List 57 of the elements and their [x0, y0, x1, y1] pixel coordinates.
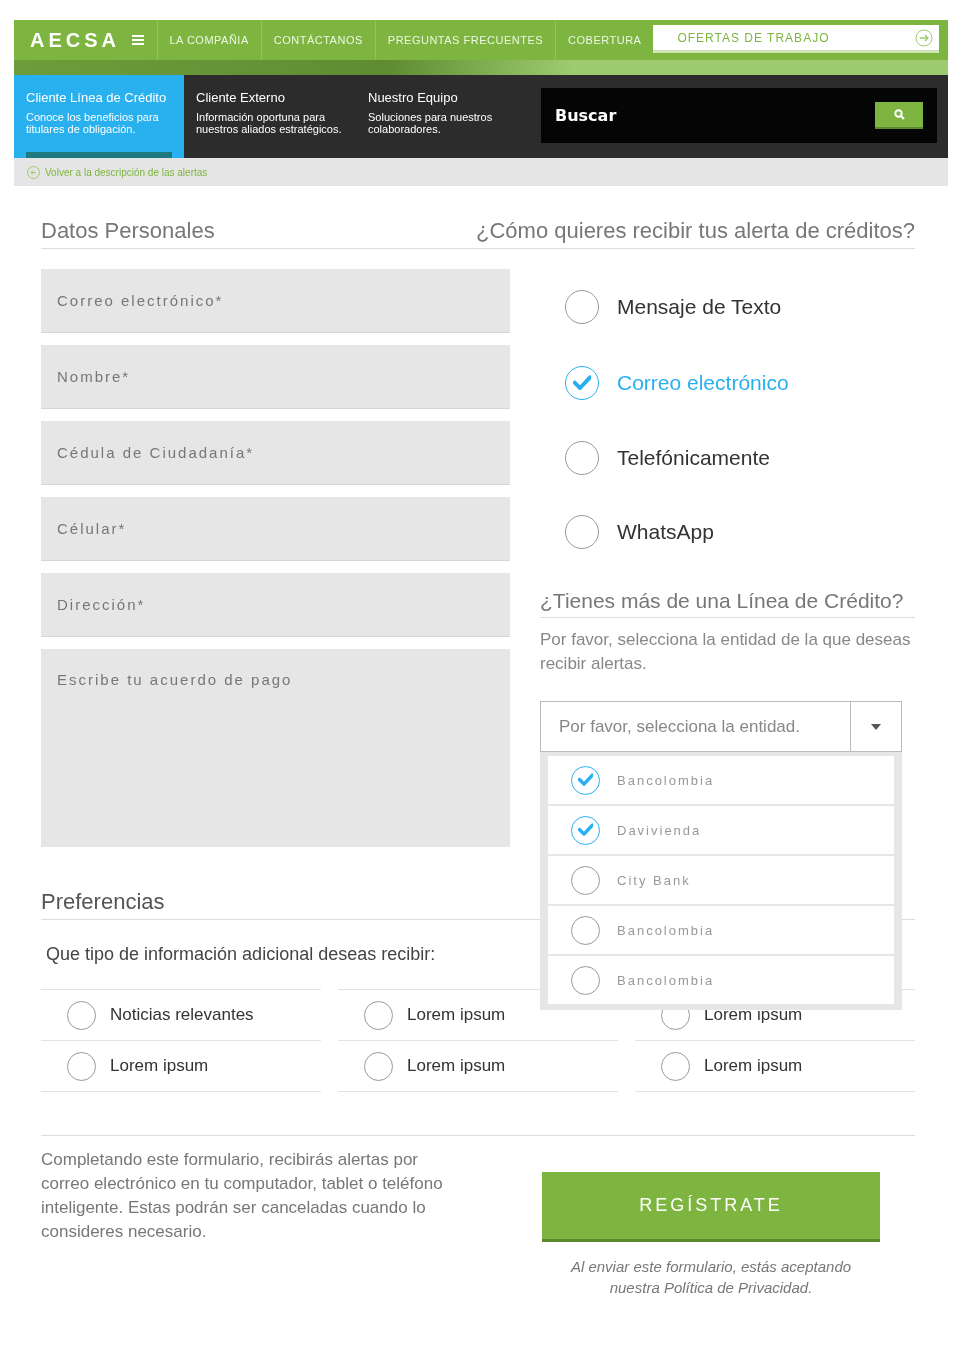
preference-option[interactable]: Lorem ipsum — [41, 1040, 321, 1092]
preferences-question: Que tipo de información adicional deseas recibir: — [46, 944, 437, 965]
search-button[interactable] — [875, 102, 923, 129]
radio-circle[interactable] — [661, 1051, 690, 1081]
radio-circle[interactable] — [67, 1051, 96, 1081]
preference-option[interactable]: Lorem ipsum — [338, 1040, 618, 1092]
radio-circle[interactable] — [565, 515, 599, 549]
delivery-option[interactable]: WhatsApp — [540, 495, 915, 569]
preference-option[interactable]: Lorem ipsum — [338, 989, 618, 1041]
search-icon — [893, 109, 905, 120]
segment-tab[interactable]: Nuestro Equipo Soluciones para nuestros colaboradores. — [356, 75, 532, 158]
radio-circle[interactable] — [571, 915, 600, 945]
section-title: Preferencias — [41, 889, 915, 920]
register-button[interactable]: REGÍSTRATE — [542, 1172, 880, 1242]
checked-circle[interactable] — [565, 366, 599, 400]
arrow-circle-icon — [915, 28, 933, 47]
entity-description: Por favor, selecciona la entidad de la que deseas recibir alertas. — [540, 629, 912, 675]
radio-circle[interactable] — [565, 441, 599, 475]
entity-option[interactable]: Bancolombia — [548, 906, 894, 954]
entity-option[interactable]: Davivienda — [548, 806, 894, 854]
privacy-note: Al enviar este formulario, estás aceptando nuestra Política de Privacidad. — [569, 1257, 853, 1298]
logo[interactable]: AECSA — [30, 20, 126, 60]
back-link[interactable]: Volver a la descripción de las alertas — [27, 165, 208, 179]
search-field[interactable]: Buscar — [553, 105, 875, 126]
jobs-button[interactable]: OFERTAS DE TRABAJO — [653, 25, 939, 53]
segment-tab[interactable]: Cliente Línea de Crédito Conoce los beneficios para titulares de obligación. — [14, 75, 184, 158]
radio-circle[interactable] — [364, 1051, 393, 1081]
preference-option[interactable]: Lorem ipsum — [635, 989, 915, 1041]
radio-circle[interactable] — [67, 1000, 96, 1030]
delivery-option[interactable]: Mensaje de Texto — [540, 269, 915, 345]
entity-option[interactable]: City Bank — [548, 856, 894, 904]
checked-circle[interactable] — [571, 765, 600, 795]
search-bar[interactable]: Buscar — [541, 88, 937, 143]
radio-circle[interactable] — [565, 290, 599, 324]
input-field[interactable]: Dirección* — [41, 573, 510, 637]
entity-option[interactable]: Bancolombia — [548, 756, 894, 804]
preference-option[interactable]: Lorem ipsum — [635, 1040, 915, 1092]
section-title: ¿Tienes más de una Línea de Crédito? — [540, 589, 915, 618]
radio-circle[interactable] — [571, 865, 600, 895]
delivery-option[interactable]: Correo electrónico — [540, 345, 915, 421]
segment-tab[interactable]: Cliente Externo Información oportuna para nuestros aliados estratégicos. — [184, 75, 356, 158]
payment-agreement-field[interactable]: Escribe tu acuerdo de pago — [41, 649, 510, 847]
radio-circle[interactable] — [571, 965, 600, 995]
radio-circle[interactable] — [364, 1000, 393, 1030]
section-title: Datos Personales — [41, 218, 477, 249]
section-title: ¿Cómo quieres recibir tus alerta de créditos? — [476, 218, 915, 249]
input-field[interactable]: Célular* — [41, 497, 510, 561]
input-field[interactable]: Cédula de Ciudadanía* — [41, 421, 510, 485]
footer-text: Completando este formulario, recibirás alertas por correo electrónico en tu computador, tablet o teléfono inteligente. Estas podrán ser canceladas cuando lo consideres necesario. — [41, 1149, 444, 1243]
entity-option[interactable]: Bancolombia — [548, 956, 894, 1004]
delivery-option[interactable]: Telefónicamente — [540, 421, 915, 495]
checked-circle[interactable] — [571, 815, 600, 845]
input-field[interactable]: Correo electrónico* — [41, 269, 510, 333]
caret-icon — [871, 723, 881, 730]
input-field[interactable]: Nombre* — [41, 345, 510, 409]
preference-option[interactable]: Noticias relevantes — [41, 989, 321, 1041]
entity-select[interactable]: Por favor, selecciona la entidad. — [540, 701, 902, 752]
